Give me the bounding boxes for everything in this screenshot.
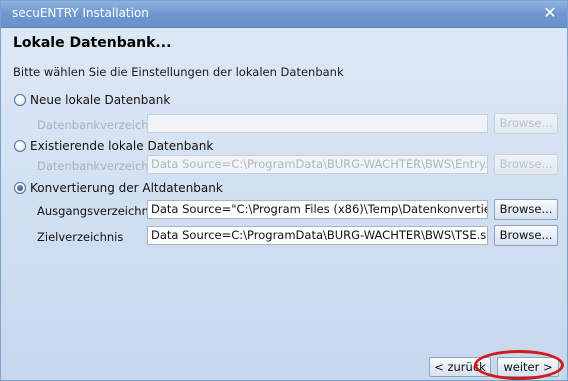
back-button[interactable]: < zurück (429, 357, 491, 377)
source-dir-input[interactable]: Data Source="C:\Program Files (x86)\Temp… (147, 200, 488, 219)
target-browse-button[interactable]: Browse... (494, 225, 558, 246)
existing-db-path-input[interactable]: Data Source=C:\ProgramData\BURG-WACHTER\… (147, 155, 488, 174)
option-convert-db[interactable]: Konvertierung der Altdatenbank (14, 181, 223, 195)
new-db-path-label: Datenbankverzeichnis (37, 118, 166, 132)
existing-db-path-label: Datenbankverzeichnis (37, 159, 166, 173)
title-bar[interactable]: secuENTRY Installation ✕ (1, 1, 567, 28)
option-existing-db-label: Existierende lokale Datenbank (30, 139, 214, 153)
target-dir-label: Zielverzeichnis (37, 230, 124, 244)
page-title: Lokale Datenbank... (13, 35, 172, 51)
option-existing-db[interactable]: Existierende lokale Datenbank (14, 139, 213, 153)
installer-window: secuENTRY Installation ✕ Lokale Datenban… (0, 0, 568, 381)
new-db-browse-button[interactable]: Browse... (494, 113, 558, 134)
radio-convert-db[interactable] (14, 182, 26, 194)
source-dir-label: Ausgangsverzeichnis (37, 204, 159, 218)
new-db-path-input[interactable] (147, 114, 488, 133)
window-title: secuENTRY Installation (12, 6, 149, 20)
option-convert-db-label: Konvertierung der Altdatenbank (30, 181, 223, 195)
target-dir-input[interactable]: Data Source=C:\ProgramData\BURG-WACHTER\… (147, 226, 488, 245)
existing-db-browse-button[interactable]: Browse... (494, 154, 558, 175)
option-new-db-label: Neue lokale Datenbank (30, 93, 171, 107)
radio-existing-db[interactable] (14, 140, 26, 152)
next-button[interactable]: weiter > (497, 357, 559, 377)
radio-new-db[interactable] (14, 94, 26, 106)
close-icon[interactable]: ✕ (541, 4, 559, 22)
source-browse-button[interactable]: Browse... (494, 199, 558, 220)
page-subtitle: Bitte wählen Sie die Einstellungen der l… (13, 65, 344, 79)
option-new-db[interactable]: Neue lokale Datenbank (14, 93, 170, 107)
